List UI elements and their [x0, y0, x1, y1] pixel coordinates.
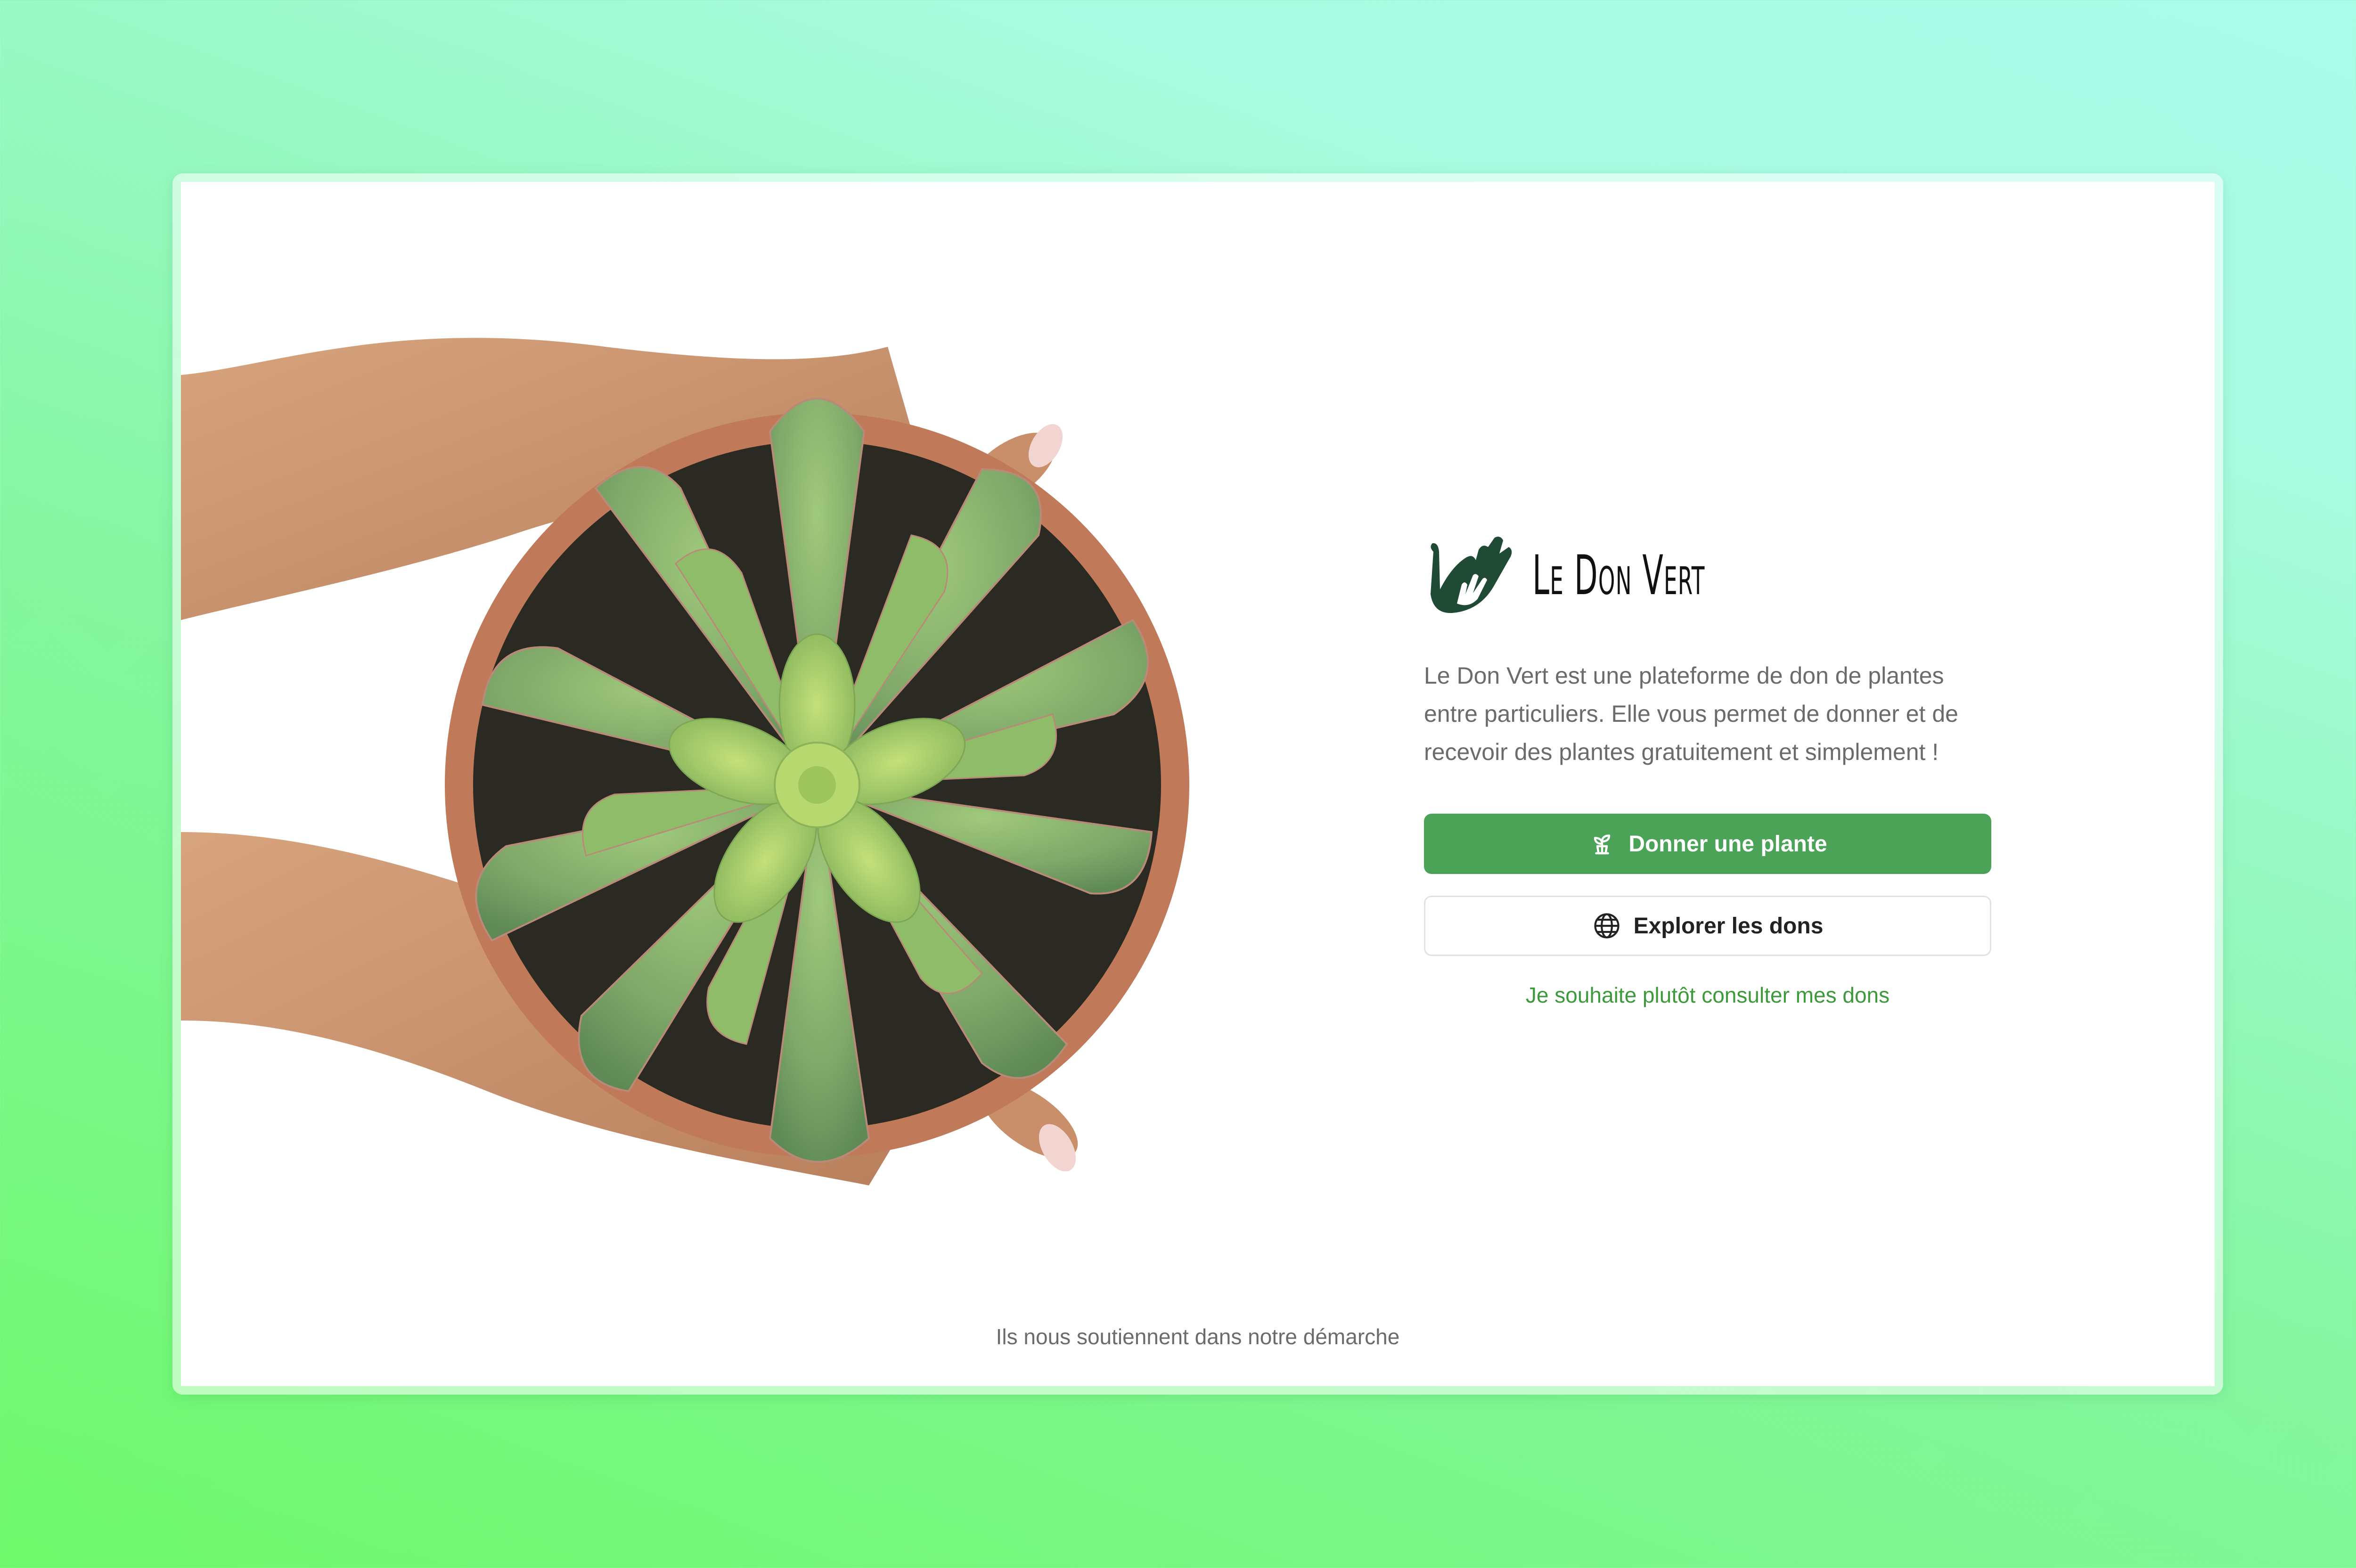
intro-panel: Le Don Vert Le Don Vert est une platefor… [1424, 531, 1995, 1008]
platform-description: Le Don Vert est une plateforme de don de… [1424, 662, 1958, 765]
donate-plant-button[interactable]: Donner une plante [1424, 814, 1991, 874]
landing-card: Le Don Vert Le Don Vert est une platefor… [181, 182, 2215, 1386]
brand-name: Le Don Vert [1532, 543, 1705, 607]
sprout-icon [1594, 834, 1611, 855]
my-donations-link[interactable]: Je souhaite plutôt consulter mes dons [1424, 982, 1991, 1008]
explore-donations-label: Explorer les dons [1633, 913, 1824, 939]
donate-plant-label: Donner une plante [1628, 831, 1827, 857]
supporters-heading: Ils nous soutiennent dans notre démarche [996, 1324, 1400, 1349]
globe-icon [1594, 913, 1620, 939]
hero-image [181, 290, 1218, 1233]
explore-donations-button[interactable]: Explorer les dons [1424, 896, 1991, 956]
hands-icon [1431, 537, 1512, 613]
card-frame: Le Don Vert Le Don Vert est une platefor… [172, 173, 2223, 1395]
succulent-in-hands-image [181, 338, 1189, 1185]
brand: Le Don Vert [1424, 531, 1995, 620]
